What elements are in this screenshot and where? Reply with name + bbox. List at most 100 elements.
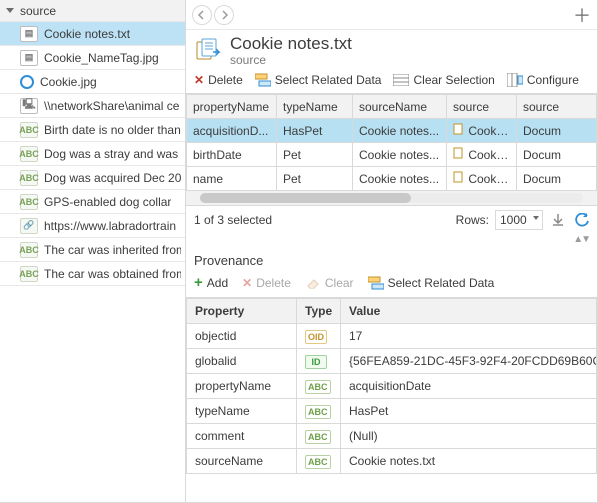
collapse-handle[interactable]: ▲▼ [186, 234, 597, 247]
column-header[interactable]: typeName [277, 95, 353, 119]
document-icon [453, 147, 465, 159]
topbar: ＋ [186, 0, 597, 30]
records-table[interactable]: propertyNametypeNamesourceNamesourcesour… [186, 94, 597, 191]
clear-selection-button[interactable]: Clear Selection [393, 73, 494, 87]
type-cell: ABC [297, 449, 341, 474]
value-cell[interactable]: 17 [341, 324, 597, 349]
cell[interactable]: name [187, 167, 277, 191]
type-cell: OID [297, 324, 341, 349]
nav-forward-button[interactable] [214, 5, 234, 25]
column-header[interactable]: sourceName [353, 95, 447, 119]
provenance-grid: PropertyTypeValue objectid OID 17 globalid ID… [186, 297, 597, 502]
tree-root-node[interactable]: source [0, 0, 185, 22]
column-header[interactable]: source [517, 95, 597, 119]
cell[interactable]: birthDate [187, 143, 277, 167]
table-row[interactable]: propertyNameABCacquisitionDate [187, 374, 597, 399]
value-cell[interactable]: acquisitionDate [341, 374, 597, 399]
download-button[interactable] [549, 211, 567, 229]
horizontal-scrollbar[interactable] [186, 191, 597, 205]
scrollbar-thumb[interactable] [200, 193, 411, 203]
property-cell: comment [187, 424, 297, 449]
type-badge-icon: OID [305, 330, 327, 344]
table-row[interactable]: objectid OID 17 [187, 324, 597, 349]
column-header[interactable]: source [447, 95, 517, 119]
tree-item[interactable]: ABCDog was acquired Dec 20 [0, 166, 185, 190]
property-cell: objectid [187, 324, 297, 349]
tree-item[interactable]: ABCDog was a stray and was [0, 142, 185, 166]
selection-count: 1 of 3 selected [194, 213, 272, 227]
tree-item-label: \\networkShare\animal ce [44, 99, 179, 113]
table-row[interactable]: globalid ID {56FEA859-21DC-45F3-92F4-20FCD… [187, 349, 597, 374]
detail-pane: ＋ Cookie notes.txt source ✕ Delete [186, 0, 597, 502]
cell[interactable]: Docum [517, 167, 597, 191]
app-root: source ▤Cookie notes.txt▤Cookie_NameTag.… [0, 0, 598, 503]
property-cell: propertyName [187, 374, 297, 399]
related-data-icon [368, 276, 384, 290]
type-badge-icon: ABC [305, 430, 331, 444]
refresh-button[interactable] [573, 211, 591, 229]
tree-item[interactable]: Cookie.jpg [0, 70, 185, 94]
value-cell[interactable]: (Null) [341, 424, 597, 449]
tree-item[interactable]: ABCBirth date is no older than [0, 118, 185, 142]
cell[interactable]: Docum [517, 143, 597, 167]
type-cell: ID [297, 349, 341, 374]
select-related-data-button[interactable]: Select Related Data [255, 73, 382, 87]
value-cell[interactable]: HasPet [341, 399, 597, 424]
tree-item[interactable]: ABCThe car was obtained from [0, 262, 185, 286]
tree-item[interactable]: ABCThe car was inherited from [0, 238, 185, 262]
type-cell: ABC [297, 424, 341, 449]
nav-back-button[interactable] [192, 5, 212, 25]
cell[interactable]: Docum [517, 119, 597, 143]
table-row[interactable]: namePetCookie notes... Cookie...Docum [187, 167, 597, 191]
tree-item[interactable]: 🔗https://www.labradortrain [0, 214, 185, 238]
table-row[interactable]: sourceNameABCCookie notes.txt [187, 449, 597, 474]
tree-item-label: Cookie.jpg [40, 75, 97, 89]
document-icon [453, 123, 465, 135]
cell[interactable]: Cookie notes... [353, 143, 447, 167]
table-row[interactable]: birthDatePetCookie notes... Cookie...Doc… [187, 143, 597, 167]
cell[interactable]: acquisitionD... [187, 119, 277, 143]
cell[interactable]: Pet [277, 167, 353, 191]
abc-icon: ABC [20, 266, 38, 282]
add-button[interactable]: + Add [194, 274, 228, 291]
tree-item[interactable]: ▤Cookie notes.txt [0, 22, 185, 46]
column-header[interactable]: propertyName [187, 95, 277, 119]
cell[interactable]: HasPet [277, 119, 353, 143]
tree-item-label: Dog was a stray and was [44, 147, 178, 161]
type-cell: ABC [297, 399, 341, 424]
prov-select-related-button[interactable]: Select Related Data [368, 276, 495, 290]
tree-item[interactable]: 🖳\\networkShare\animal ce [0, 94, 185, 118]
rows-label: Rows: [456, 213, 489, 227]
cell[interactable]: Pet [277, 143, 353, 167]
table-row[interactable]: typeNameABCHasPet [187, 399, 597, 424]
cell[interactable]: Cookie... [447, 143, 517, 167]
provenance-table[interactable]: PropertyTypeValue objectid OID 17 globalid ID… [186, 298, 597, 474]
type-badge-icon: ABC [305, 455, 331, 469]
cell[interactable]: Cookie notes... [353, 119, 447, 143]
add-panel-button[interactable]: ＋ [573, 2, 591, 28]
column-header[interactable]: Value [341, 299, 597, 324]
column-header[interactable]: Type [297, 299, 341, 324]
configure-button[interactable]: Configure [507, 73, 579, 87]
table-row[interactable]: comment ABC (Null) [187, 424, 597, 449]
property-cell: globalid [187, 349, 297, 374]
configure-icon [507, 73, 523, 87]
table-row[interactable]: acquisitionD...HasPetCookie notes... Coo… [187, 119, 597, 143]
x-icon: ✕ [242, 276, 252, 290]
value-cell[interactable]: Cookie notes.txt [341, 449, 597, 474]
document-icon [453, 171, 465, 183]
item-header: Cookie notes.txt source [186, 30, 597, 69]
cell[interactable]: Cookie... [447, 119, 517, 143]
tree-item[interactable]: ABCGPS-enabled dog collar [0, 190, 185, 214]
prov-clear-button: Clear [305, 276, 354, 290]
rows-input[interactable] [495, 210, 543, 230]
grid-status-bar: 1 of 3 selected Rows: [186, 206, 597, 234]
delete-button[interactable]: ✕ Delete [194, 73, 243, 87]
type-badge-icon: ID [305, 355, 327, 369]
cell[interactable]: Cookie... [447, 167, 517, 191]
value-cell[interactable]: {56FEA859-21DC-45F3-92F4-20FCDD69B60C} [341, 349, 597, 374]
tree-item[interactable]: ▤Cookie_NameTag.jpg [0, 46, 185, 70]
tree-item-label: Cookie_NameTag.jpg [44, 51, 159, 65]
column-header[interactable]: Property [187, 299, 297, 324]
cell[interactable]: Cookie notes... [353, 167, 447, 191]
